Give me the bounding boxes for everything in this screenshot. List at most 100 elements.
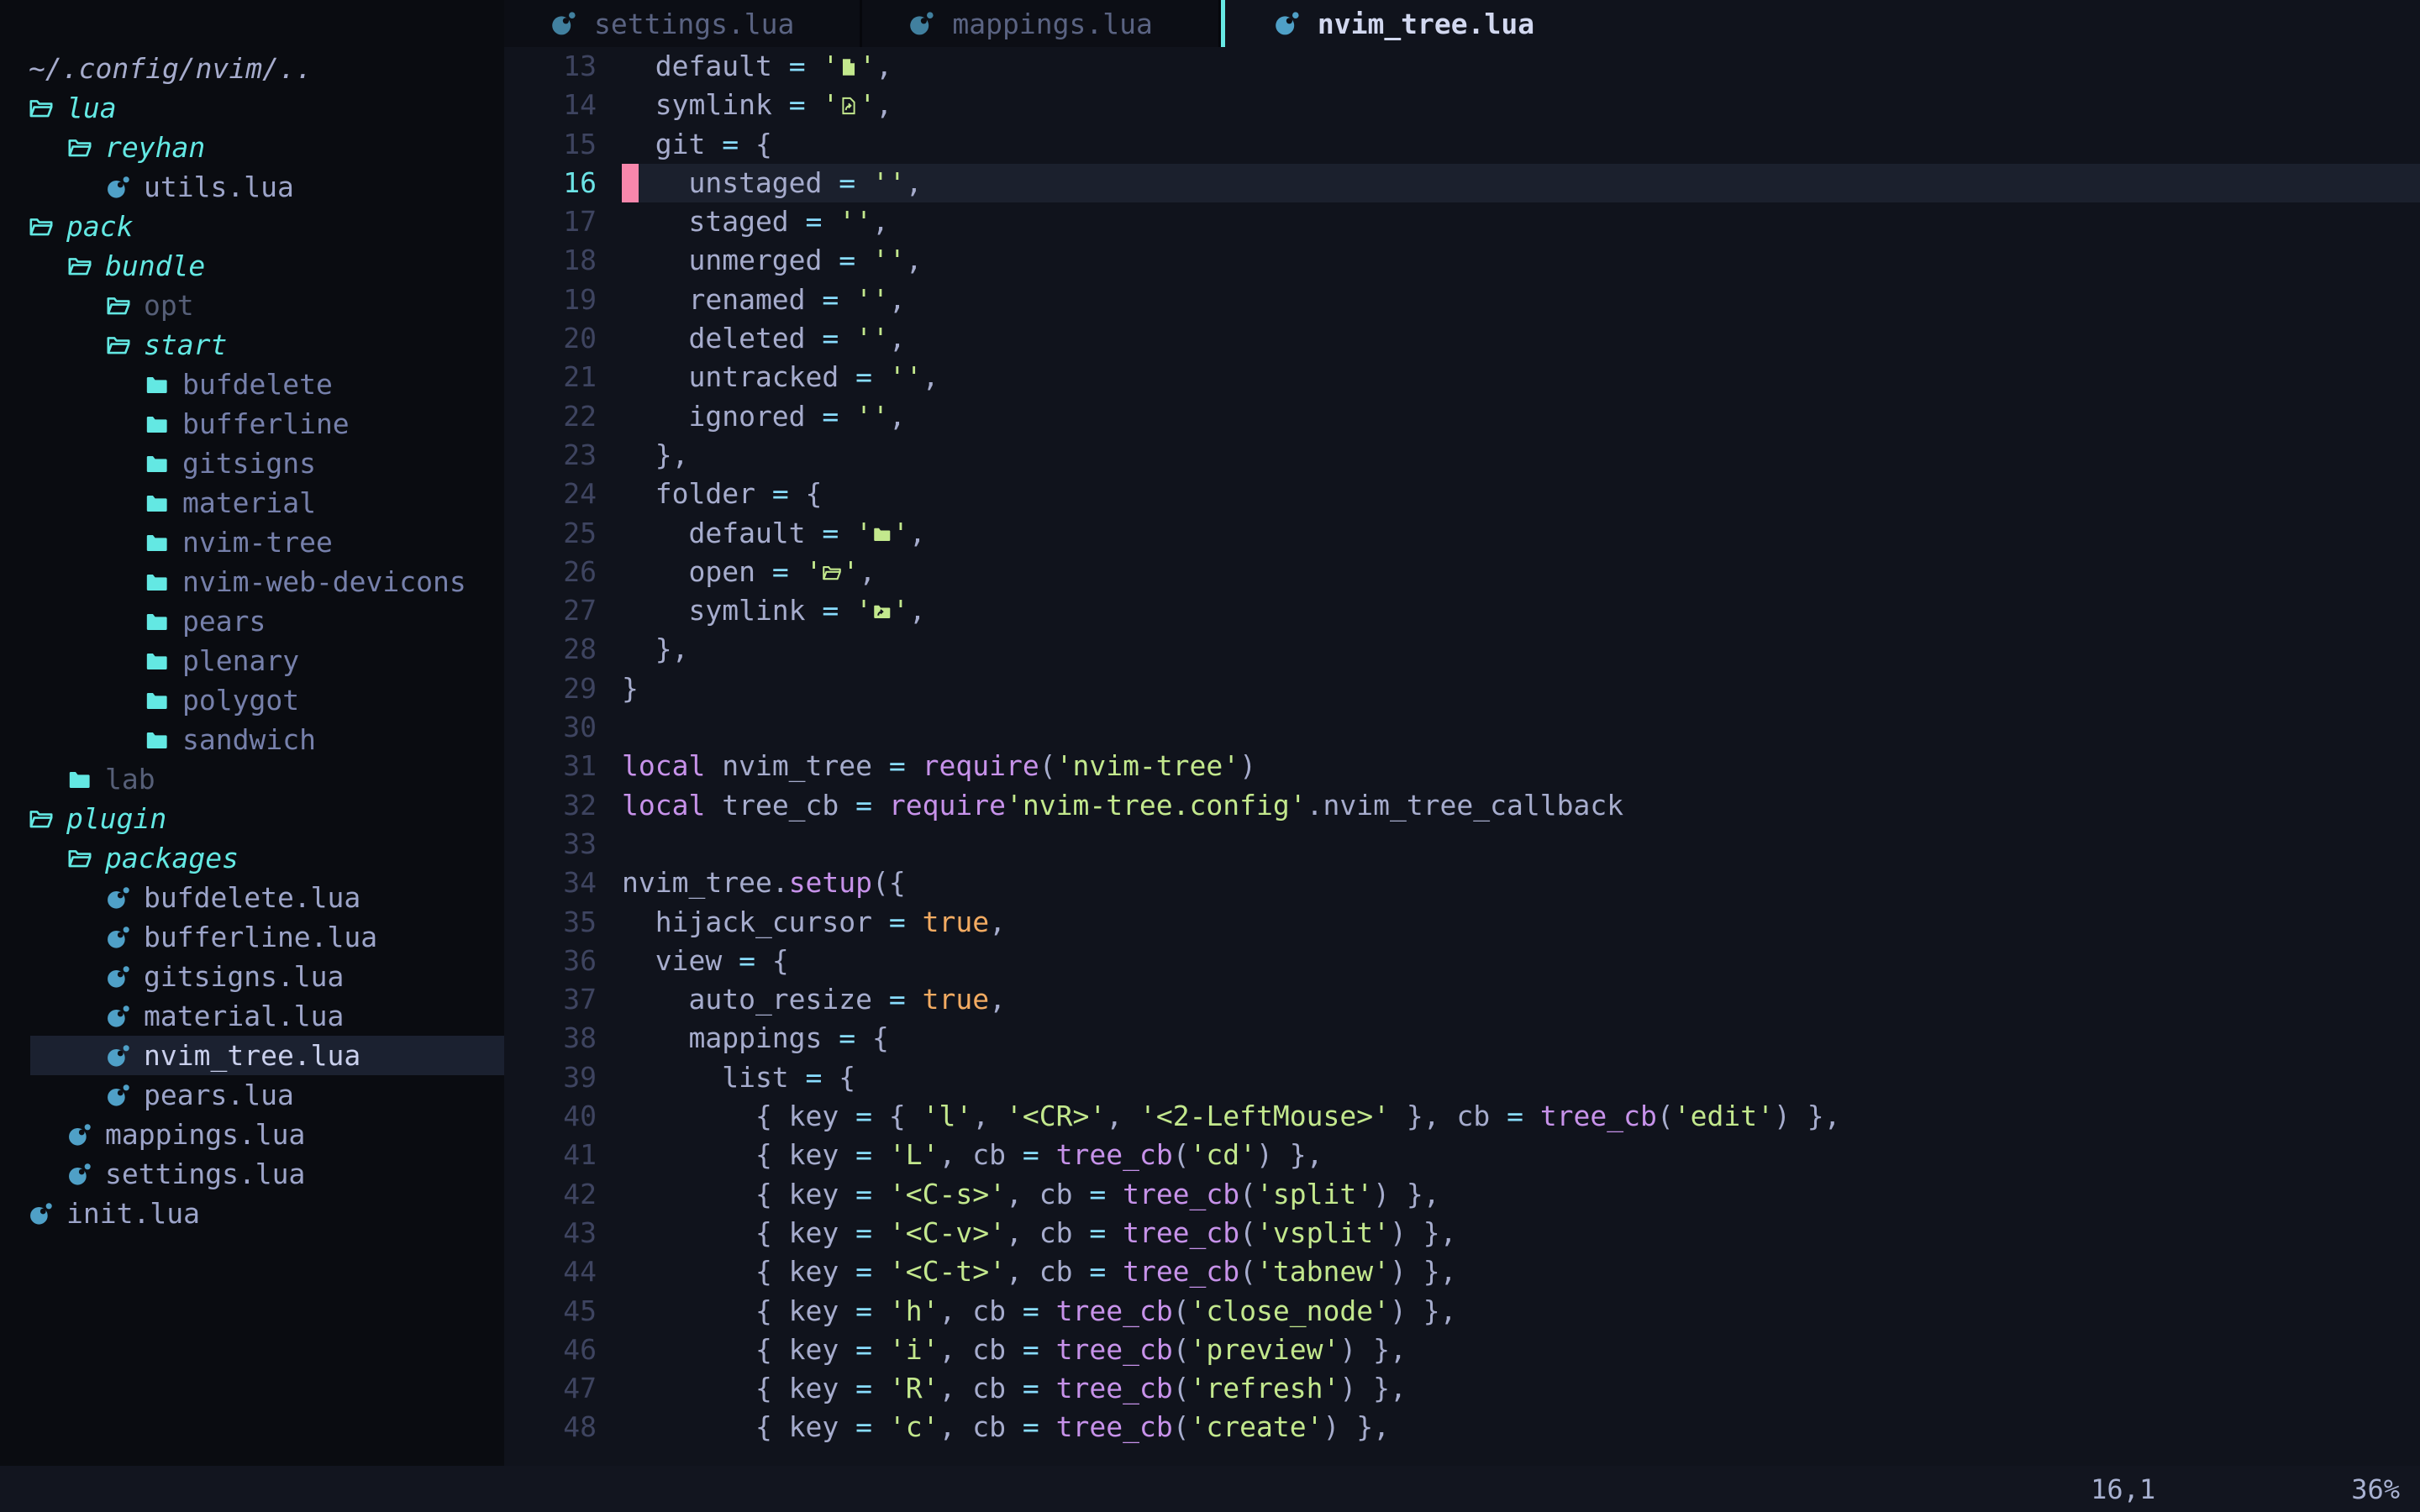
code-line-39[interactable]: 39 list = { — [504, 1058, 2420, 1097]
tree-item-sandwich[interactable]: sandwich — [0, 720, 504, 759]
tree-item-bundle[interactable]: bundle — [0, 246, 504, 286]
code-line-46[interactable]: 46 { key = 'i', cb = tree_cb('preview') … — [504, 1331, 2420, 1369]
tree-item-label: lua — [66, 92, 117, 124]
tree-item-lua[interactable]: lua — [0, 88, 504, 128]
code-line-text: default = '', — [622, 514, 2420, 553]
line-number: 21 — [504, 358, 597, 396]
code-line-21[interactable]: 21 untracked = '', — [504, 358, 2420, 396]
code-line-28[interactable]: 28 }, — [504, 630, 2420, 669]
cursor-position: 16,1 — [2091, 1473, 2155, 1505]
code-line-text: { key = 'h', cb = tree_cb('close_node') … — [622, 1292, 2420, 1331]
code-line-18[interactable]: 18 unmerged = '', — [504, 241, 2420, 280]
tab-label: nvim_tree.lua — [1318, 8, 1534, 40]
tree-item-reyhan[interactable]: reyhan — [0, 128, 504, 167]
tree-item-mappings.lua[interactable]: mappings.lua — [0, 1115, 504, 1154]
tree-item-bufdelete.lua[interactable]: bufdelete.lua — [0, 878, 504, 917]
code-line-20[interactable]: 20 deleted = '', — [504, 319, 2420, 358]
code-line-29[interactable]: 29} — [504, 669, 2420, 708]
code-line-30[interactable]: 30 — [504, 708, 2420, 747]
folder-open-icon — [106, 333, 131, 358]
code-line-32[interactable]: 32local tree_cb = require'nvim-tree.conf… — [504, 786, 2420, 825]
tab-nvim_tree.lua[interactable]: nvim_tree.lua — [1221, 0, 1600, 47]
code-line-22[interactable]: 22 ignored = '', — [504, 397, 2420, 436]
code-line-25[interactable]: 25 default = '', — [504, 514, 2420, 553]
code-line-text: staged = '', — [622, 202, 2420, 241]
line-number: 26 — [504, 553, 597, 591]
tree-item-bufdelete[interactable]: bufdelete — [0, 365, 504, 404]
tree-item-pears.lua[interactable]: pears.lua — [0, 1075, 504, 1115]
tree-item-material.lua[interactable]: material.lua — [0, 996, 504, 1036]
tab-settings.lua[interactable]: settings.lua — [504, 0, 862, 47]
code-line-24[interactable]: 24 folder = { — [504, 475, 2420, 513]
tree-item-packages[interactable]: packages — [0, 838, 504, 878]
code-line-14[interactable]: 14 symlink = '', — [504, 86, 2420, 124]
line-number: 46 — [504, 1331, 597, 1369]
code-line-48[interactable]: 48 { key = 'c', cb = tree_cb('create') }… — [504, 1408, 2420, 1446]
code-line-41[interactable]: 41 { key = 'L', cb = tree_cb('cd') }, — [504, 1136, 2420, 1174]
code-line-44[interactable]: 44 { key = '<C-t>', cb = tree_cb('tabnew… — [504, 1252, 2420, 1291]
code-line-16[interactable]: 16 unstaged = '', — [504, 164, 2420, 202]
folder-open-icon — [67, 846, 92, 871]
code-line-text: list = { — [622, 1058, 2420, 1097]
code-line-37[interactable]: 37 auto_resize = true, — [504, 980, 2420, 1019]
code-line-26[interactable]: 26 open = '', — [504, 553, 2420, 591]
line-number: 29 — [504, 669, 597, 708]
tree-item-init.lua[interactable]: init.lua — [0, 1194, 504, 1233]
tree-item-settings.lua[interactable]: settings.lua — [0, 1154, 504, 1194]
code-line-text: hijack_cursor = true, — [622, 903, 2420, 942]
code-line-45[interactable]: 45 { key = 'h', cb = tree_cb('close_node… — [504, 1292, 2420, 1331]
tree-item-plenary[interactable]: plenary — [0, 641, 504, 680]
tree-item-~/.config/nvim/..[interactable]: ~/.config/nvim/.. — [0, 49, 504, 88]
line-number: 24 — [504, 475, 597, 513]
tree-item-bufferline.lua[interactable]: bufferline.lua — [0, 917, 504, 957]
tab-label: mappings.lua — [952, 8, 1152, 40]
code-line-43[interactable]: 43 { key = '<C-v>', cb = tree_cb('vsplit… — [504, 1214, 2420, 1252]
tree-item-pack[interactable]: pack — [0, 207, 504, 246]
code-line-23[interactable]: 23 }, — [504, 436, 2420, 475]
code-line-35[interactable]: 35 hijack_cursor = true, — [504, 903, 2420, 942]
code-area[interactable]: 13 default = '',14 symlink = '',15 git =… — [504, 47, 2420, 1466]
folder-fill-icon — [145, 609, 170, 634]
tree-item-lab[interactable]: lab — [0, 759, 504, 799]
tree-item-material[interactable]: material — [0, 483, 504, 522]
code-line-text: default = '', — [622, 47, 2420, 86]
tree-item-opt[interactable]: opt — [0, 286, 504, 325]
tree-item-label: nvim-web-devicons — [182, 565, 466, 598]
code-line-text: git = { — [622, 125, 2420, 164]
code-line-15[interactable]: 15 git = { — [504, 125, 2420, 164]
line-number: 47 — [504, 1369, 597, 1408]
tree-item-pears[interactable]: pears — [0, 601, 504, 641]
code-line-40[interactable]: 40 { key = { 'l', '<CR>', '<2-LeftMouse>… — [504, 1097, 2420, 1136]
line-number: 35 — [504, 903, 597, 942]
tree-item-nvim-web-devicons[interactable]: nvim-web-devicons — [0, 562, 504, 601]
code-line-text: local tree_cb = require'nvim-tree.config… — [622, 786, 2420, 825]
tree-item-nvim-tree[interactable]: nvim-tree — [0, 522, 504, 562]
code-line-13[interactable]: 13 default = '', — [504, 47, 2420, 86]
code-line-38[interactable]: 38 mappings = { — [504, 1019, 2420, 1058]
tree-item-plugin[interactable]: plugin — [0, 799, 504, 838]
tree-item-polygot[interactable]: polygot — [0, 680, 504, 720]
line-number: 17 — [504, 202, 597, 241]
line-number: 27 — [504, 591, 597, 630]
tree-item-label: ~/.config/nvim/.. — [29, 52, 313, 85]
tree-item-nvim_tree.lua[interactable]: nvim_tree.lua — [0, 1036, 504, 1075]
tree-item-gitsigns[interactable]: gitsigns — [0, 444, 504, 483]
tree-item-utils.lua[interactable]: utils.lua — [0, 167, 504, 207]
code-line-34[interactable]: 34nvim_tree.setup({ — [504, 864, 2420, 902]
code-line-33[interactable]: 33 — [504, 825, 2420, 864]
code-line-text: open = '', — [622, 553, 2420, 591]
tree-item-start[interactable]: start — [0, 325, 504, 365]
code-line-17[interactable]: 17 staged = '', — [504, 202, 2420, 241]
tree-item-gitsigns.lua[interactable]: gitsigns.lua — [0, 957, 504, 996]
code-line-47[interactable]: 47 { key = 'R', cb = tree_cb('refresh') … — [504, 1369, 2420, 1408]
code-line-36[interactable]: 36 view = { — [504, 942, 2420, 980]
code-line-31[interactable]: 31local nvim_tree = require('nvim-tree') — [504, 747, 2420, 785]
code-line-27[interactable]: 27 symlink = '', — [504, 591, 2420, 630]
code-line-42[interactable]: 42 { key = '<C-s>', cb = tree_cb('split'… — [504, 1175, 2420, 1214]
tab-mappings.lua[interactable]: mappings.lua — [862, 0, 1220, 47]
line-number: 44 — [504, 1252, 597, 1291]
line-number: 33 — [504, 825, 597, 864]
code-line-text: symlink = '', — [622, 86, 2420, 124]
code-line-19[interactable]: 19 renamed = '', — [504, 281, 2420, 319]
tree-item-bufferline[interactable]: bufferline — [0, 404, 504, 444]
